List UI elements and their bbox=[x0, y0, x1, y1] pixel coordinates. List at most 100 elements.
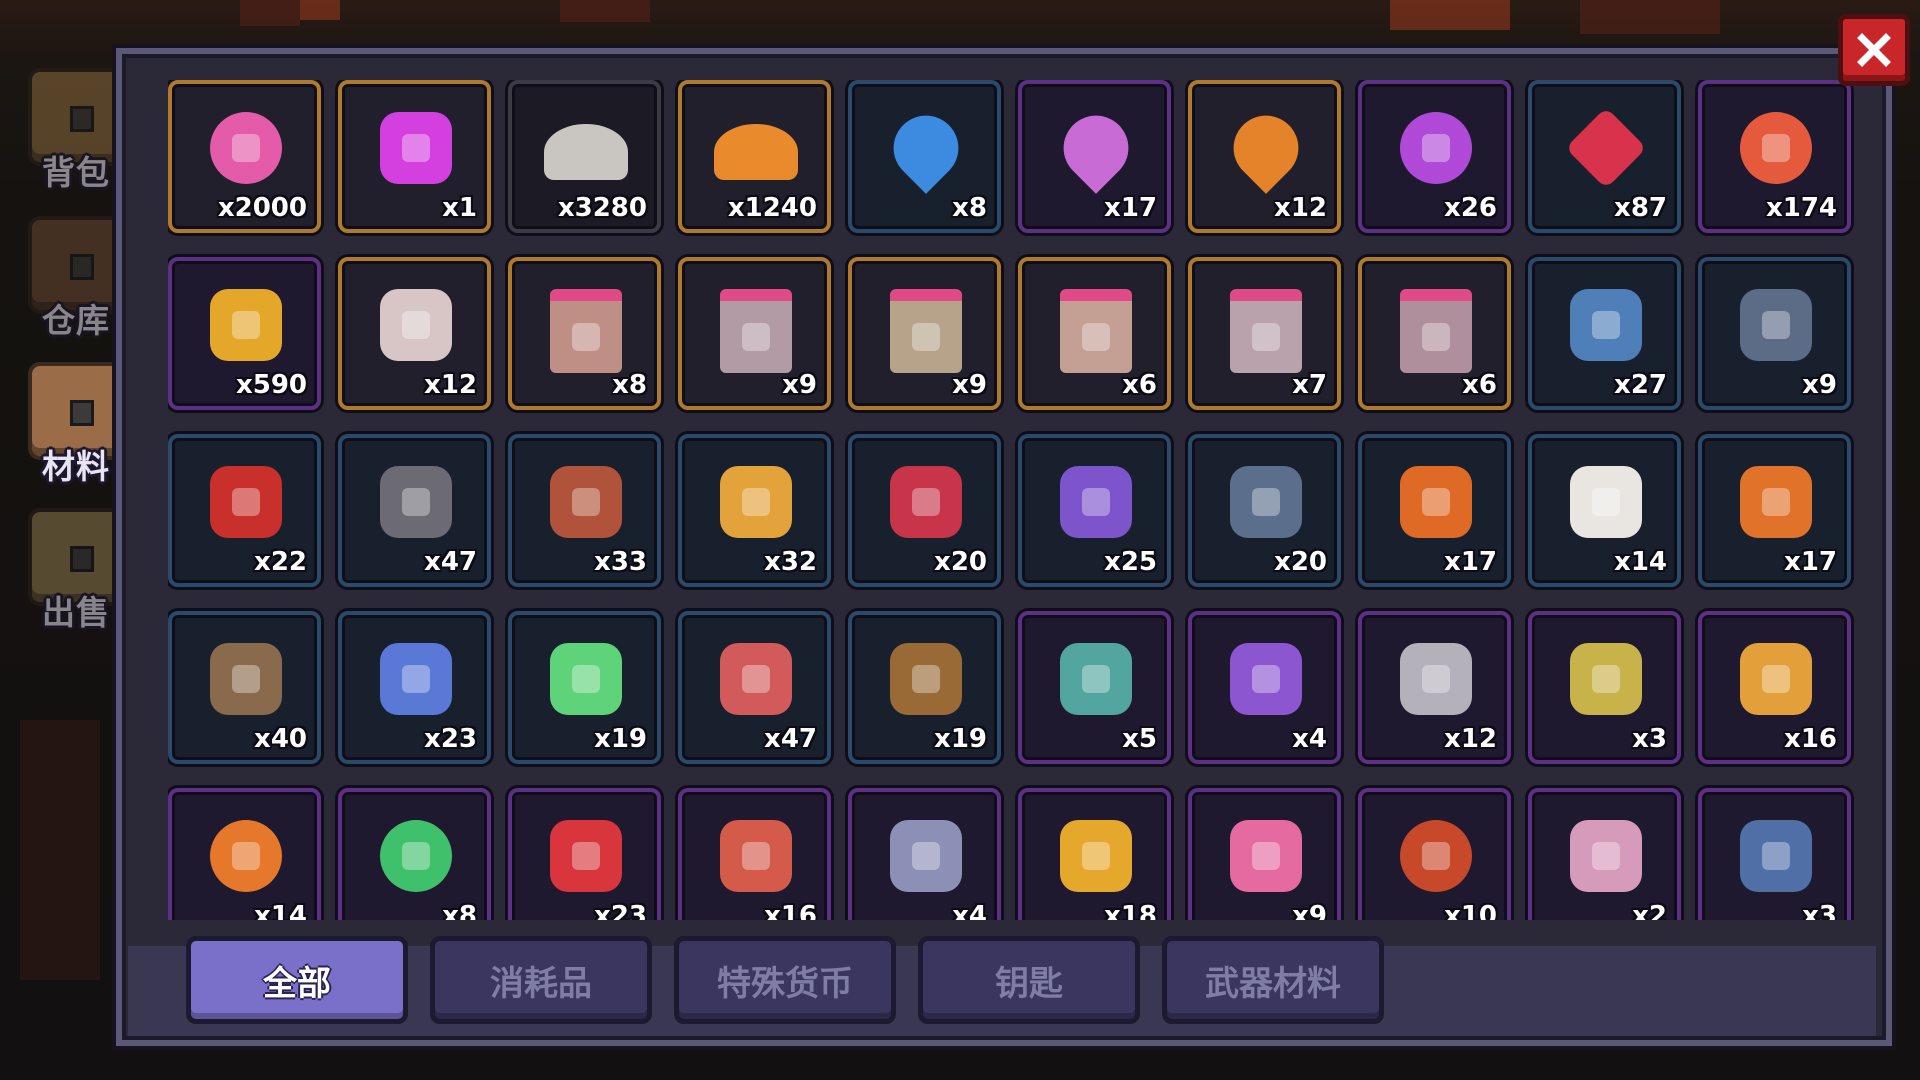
purple-key-drop-icon bbox=[1050, 102, 1142, 194]
item-slot[interactable]: x8 bbox=[848, 80, 1001, 233]
pistol-part-icon bbox=[1740, 289, 1812, 361]
orange-block-part-icon bbox=[1400, 466, 1472, 538]
item-slot[interactable]: x20 bbox=[848, 434, 1001, 587]
item-slot[interactable]: x6 bbox=[1018, 257, 1171, 410]
item-slot[interactable]: x87 bbox=[1528, 80, 1681, 233]
item-slot[interactable]: x16 bbox=[678, 788, 831, 920]
green-slime-part-icon bbox=[380, 820, 452, 892]
item-slot[interactable]: x14 bbox=[1528, 434, 1681, 587]
item-slot[interactable]: x4 bbox=[848, 788, 1001, 920]
item-count: x7 bbox=[1292, 370, 1327, 400]
item-slot[interactable]: x174 bbox=[1698, 80, 1851, 233]
item-slot[interactable]: x17 bbox=[1018, 80, 1171, 233]
item-count: x1 bbox=[442, 193, 477, 223]
filter-tab-keys[interactable]: 钥匙 bbox=[918, 936, 1140, 1024]
item-count: x2 bbox=[1632, 901, 1667, 920]
item-slot[interactable]: x10 bbox=[1358, 788, 1511, 920]
item-slot[interactable]: x1 bbox=[338, 80, 491, 233]
side-tab-label: 材料 bbox=[42, 447, 110, 486]
filter-tab-consumables[interactable]: 消耗品 bbox=[430, 936, 652, 1024]
purple-orb-icon bbox=[1400, 112, 1472, 184]
item-count: x9 bbox=[952, 370, 987, 400]
item-slot[interactable]: x12 bbox=[1358, 611, 1511, 764]
item-slot[interactable]: x22 bbox=[168, 434, 321, 587]
item-slot[interactable]: x25 bbox=[1018, 434, 1171, 587]
item-slot[interactable]: x2000 bbox=[168, 80, 321, 233]
item-slot[interactable]: x9 bbox=[1188, 788, 1341, 920]
item-slot[interactable]: x3 bbox=[1698, 788, 1851, 920]
item-slot[interactable]: x3 bbox=[1528, 611, 1681, 764]
item-count: x9 bbox=[1802, 370, 1837, 400]
necklace-blueprint-icon bbox=[1230, 289, 1302, 373]
item-slot[interactable]: x19 bbox=[848, 611, 1001, 764]
side-tab-label: 背包 bbox=[42, 153, 110, 192]
item-count: x6 bbox=[1122, 370, 1157, 400]
item-slot[interactable]: x17 bbox=[1698, 434, 1851, 587]
item-slot[interactable]: x2 bbox=[1528, 788, 1681, 920]
fire-whip-part-icon bbox=[550, 820, 622, 892]
item-slot[interactable]: x4 bbox=[1188, 611, 1341, 764]
bell-part-icon bbox=[1570, 643, 1642, 715]
item-count: x8 bbox=[612, 370, 647, 400]
item-slot[interactable]: x14 bbox=[168, 788, 321, 920]
magenta-crystal-icon bbox=[380, 112, 452, 184]
skull-heart-part-icon bbox=[1740, 643, 1812, 715]
item-count: x18 bbox=[1104, 901, 1157, 920]
red-blade-part-icon bbox=[890, 466, 962, 538]
item-slot[interactable]: x12 bbox=[338, 257, 491, 410]
item-slot[interactable]: x23 bbox=[338, 611, 491, 764]
item-slot[interactable]: x8 bbox=[508, 257, 661, 410]
item-slot[interactable]: x8 bbox=[338, 788, 491, 920]
wooden-stock-part-icon bbox=[890, 643, 962, 715]
item-slot[interactable]: x16 bbox=[1698, 611, 1851, 764]
ring-blueprint-icon bbox=[1060, 289, 1132, 373]
item-count: x23 bbox=[594, 901, 647, 920]
side-tab-label: 出售 bbox=[42, 593, 110, 632]
blue-key-drop-icon bbox=[880, 102, 972, 194]
filter-tab-all[interactable]: 全部 bbox=[186, 936, 408, 1024]
item-count: x4 bbox=[1292, 724, 1327, 754]
item-count: x5 bbox=[1122, 724, 1157, 754]
item-count: x25 bbox=[1104, 547, 1157, 577]
item-slot[interactable]: x7 bbox=[1188, 257, 1341, 410]
horn-part-icon bbox=[720, 820, 792, 892]
gun-grip-part-icon bbox=[1230, 466, 1302, 538]
close-button[interactable] bbox=[1838, 14, 1910, 86]
orange-ring-part-icon bbox=[210, 820, 282, 892]
item-count: x19 bbox=[934, 724, 987, 754]
item-slot[interactable]: x6 bbox=[1358, 257, 1511, 410]
item-slot[interactable]: x23 bbox=[508, 788, 661, 920]
item-slot[interactable]: x27 bbox=[1528, 257, 1681, 410]
pink-crystal-part-icon bbox=[1230, 820, 1302, 892]
item-count: x87 bbox=[1614, 193, 1667, 223]
gear-part-icon bbox=[1400, 643, 1472, 715]
item-slot[interactable]: x9 bbox=[848, 257, 1001, 410]
item-count: x12 bbox=[1444, 724, 1497, 754]
item-count: x47 bbox=[764, 724, 817, 754]
item-slot[interactable]: x5 bbox=[1018, 611, 1171, 764]
blue-armor-part-icon bbox=[1740, 820, 1812, 892]
item-slot[interactable]: x32 bbox=[678, 434, 831, 587]
item-count: x3280 bbox=[557, 193, 647, 223]
item-grid-viewport[interactable]: x2000 x1 x3280 x1240 x8 x17 x12 x26 x87 x174 x590 x… bbox=[168, 80, 1860, 920]
item-slot[interactable]: x1240 bbox=[678, 80, 831, 233]
item-slot[interactable]: x20 bbox=[1188, 434, 1341, 587]
item-slot[interactable]: x9 bbox=[678, 257, 831, 410]
item-slot[interactable]: x3280 bbox=[508, 80, 661, 233]
item-slot[interactable]: x40 bbox=[168, 611, 321, 764]
item-slot[interactable]: x9 bbox=[1698, 257, 1851, 410]
filter-tab-weapon-materials[interactable]: 武器材料 bbox=[1162, 936, 1384, 1024]
item-count: x16 bbox=[1784, 724, 1837, 754]
item-slot[interactable]: x26 bbox=[1358, 80, 1511, 233]
item-slot[interactable]: x18 bbox=[1018, 788, 1171, 920]
item-slot[interactable]: x33 bbox=[508, 434, 661, 587]
item-slot[interactable]: x590 bbox=[168, 257, 321, 410]
item-slot[interactable]: x17 bbox=[1358, 434, 1511, 587]
lantern-part-icon bbox=[1740, 466, 1812, 538]
rifle-part-icon bbox=[550, 466, 622, 538]
item-slot[interactable]: x47 bbox=[338, 434, 491, 587]
filter-tab-special-currency[interactable]: 特殊货币 bbox=[674, 936, 896, 1024]
item-slot[interactable]: x19 bbox=[508, 611, 661, 764]
item-slot[interactable]: x47 bbox=[678, 611, 831, 764]
item-slot[interactable]: x12 bbox=[1188, 80, 1341, 233]
